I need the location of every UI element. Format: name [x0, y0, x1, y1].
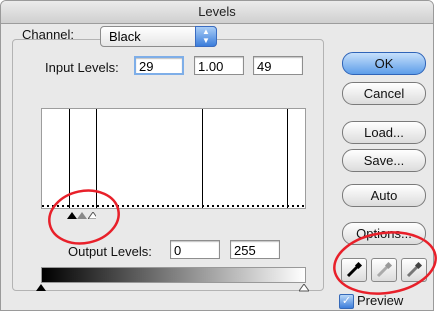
output-black-field[interactable]: 0	[170, 240, 220, 259]
auto-button[interactable]: Auto	[342, 184, 426, 207]
gray-eyedropper-button[interactable]	[371, 258, 397, 282]
chevron-updown-icon: ▲ ▼	[195, 26, 217, 47]
channel-label: Channel:	[22, 27, 75, 42]
output-white-slider[interactable]	[299, 284, 309, 292]
input-black-field[interactable]: 29	[134, 56, 184, 75]
histogram-baseline	[42, 205, 305, 207]
histogram	[41, 108, 306, 209]
input-black-slider[interactable]	[67, 212, 77, 219]
white-eyedropper-button[interactable]	[401, 258, 427, 282]
output-black-slider[interactable]	[36, 284, 46, 291]
output-levels-label: Output Levels:	[68, 244, 152, 259]
black-eyedropper-button[interactable]	[341, 258, 367, 282]
input-white-field[interactable]: 49	[253, 56, 303, 75]
black-eyedropper-icon	[346, 261, 363, 278]
histogram-bar	[96, 109, 97, 208]
histogram-bar	[69, 109, 70, 208]
input-levels-label: Input Levels:	[45, 60, 119, 75]
output-white-field[interactable]: 255	[230, 240, 280, 259]
preview-checkbox[interactable]: ✓	[339, 294, 354, 309]
options-button[interactable]: Options...	[342, 222, 426, 245]
ok-button[interactable]: OK	[342, 52, 426, 75]
cancel-button[interactable]: Cancel	[342, 82, 426, 105]
histogram-bar	[202, 109, 203, 208]
input-gamma-slider[interactable]	[77, 212, 87, 219]
channel-value: Black	[109, 29, 141, 44]
levels-dialog: Levels Channel: Black ▲ ▼ Input Levels: 2…	[0, 0, 434, 311]
load-button[interactable]: Load...	[342, 121, 426, 144]
gray-eyedropper-icon	[376, 261, 393, 278]
save-button[interactable]: Save...	[342, 149, 426, 172]
channel-select[interactable]: Black ▲ ▼	[100, 26, 217, 47]
preview-label: Preview	[357, 293, 404, 308]
output-gradient-bar	[41, 267, 306, 283]
white-eyedropper-icon	[406, 261, 423, 278]
histogram-bar	[287, 109, 288, 208]
dialog-title: Levels	[1, 1, 433, 24]
input-white-slider[interactable]	[88, 212, 96, 219]
input-gamma-field[interactable]: 1.00	[194, 56, 244, 75]
